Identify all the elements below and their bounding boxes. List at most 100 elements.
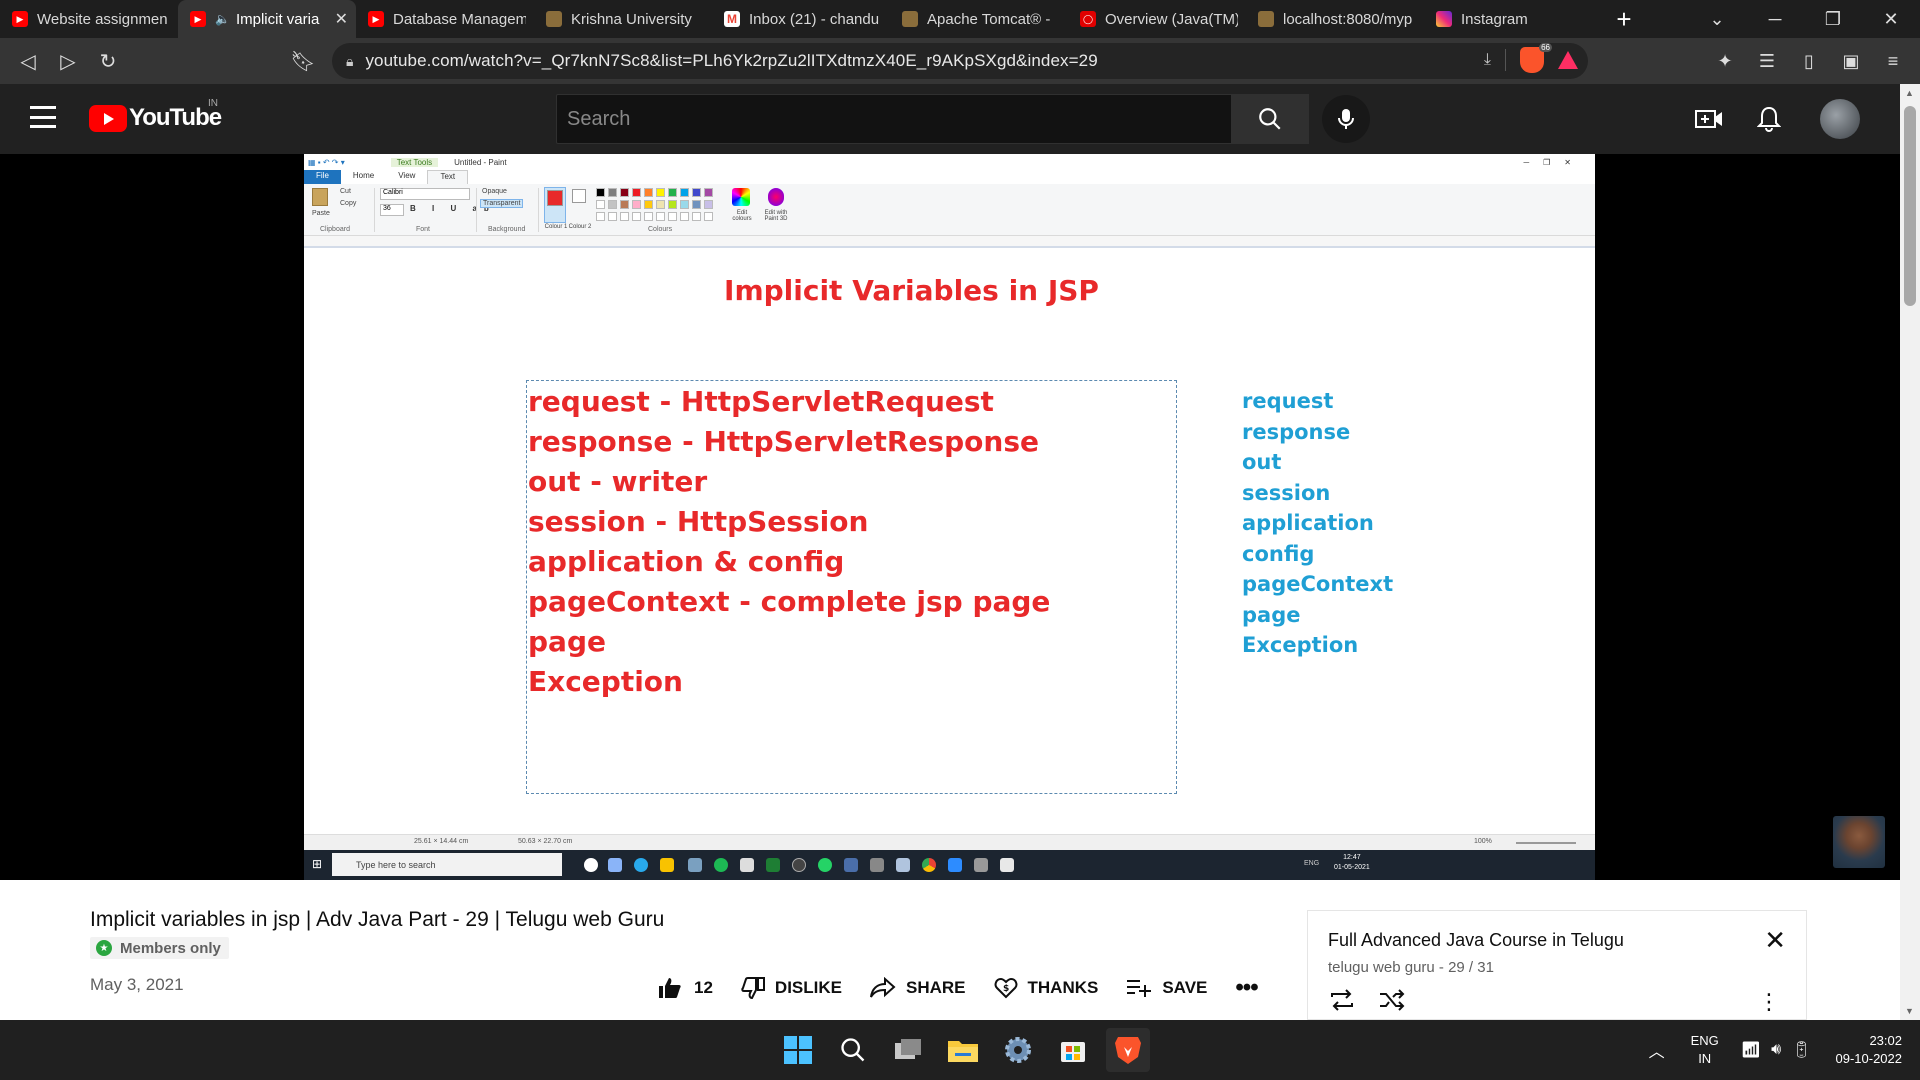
tab-search-chevron-icon[interactable]: ⌄ bbox=[1688, 0, 1746, 38]
share-button[interactable]: SHARE bbox=[869, 977, 966, 999]
tab-implicit-variables[interactable]: ▶ 🔈 Implicit varia ✕ bbox=[178, 0, 356, 38]
tab-label: Database Managem bbox=[393, 10, 526, 28]
upload-date: May 3, 2021 bbox=[90, 975, 184, 994]
address-bar[interactable]: 🔒︎ youtube.com/watch?v=_Qr7knN7Sc8&list=… bbox=[332, 43, 1588, 79]
tab-localhost[interactable]: localhost:8080/myp bbox=[1246, 0, 1424, 38]
wallet-icon[interactable]: ▣ bbox=[1830, 51, 1872, 72]
install-app-icon[interactable]: ⤓ bbox=[1484, 51, 1491, 69]
colour2-button bbox=[572, 189, 586, 203]
start-button[interactable] bbox=[776, 1028, 820, 1072]
close-tab-icon[interactable]: ✕ bbox=[335, 9, 348, 29]
recorded-taskbar-search: Type here to search bbox=[332, 853, 562, 876]
colour1-label: Colour 1 bbox=[544, 224, 568, 230]
tab-instagram[interactable]: Instagram bbox=[1424, 0, 1602, 38]
tab-database-management[interactable]: ▶ Database Managem bbox=[356, 0, 534, 38]
palette-swatch bbox=[668, 188, 677, 197]
colour1-button bbox=[544, 187, 566, 223]
voice-search-button[interactable] bbox=[1322, 95, 1370, 143]
palette-swatch bbox=[644, 200, 653, 209]
tab-java-overview[interactable]: ◯ Overview (Java(TM) bbox=[1068, 0, 1246, 38]
tab-website-assignment[interactable]: ▶ Website assignmen bbox=[0, 0, 178, 38]
telegram-icon bbox=[634, 858, 648, 872]
battery-icon[interactable]: 🔋︎ bbox=[1791, 1040, 1811, 1060]
hamburger-menu-icon[interactable] bbox=[30, 106, 56, 128]
status-zoom: 100% bbox=[1474, 838, 1492, 845]
transparent-option: Transparent bbox=[480, 199, 524, 208]
scrollbar-thumb[interactable] bbox=[1904, 106, 1916, 306]
paint-context-tab: Text Tools bbox=[390, 157, 439, 167]
scroll-up-arrow-icon[interactable]: ▲ bbox=[1905, 88, 1914, 98]
search-input[interactable]: Search bbox=[556, 94, 1232, 144]
clock-date: 09-10-2022 bbox=[1835, 1051, 1903, 1066]
microsoft-store-button[interactable] bbox=[1051, 1028, 1095, 1072]
video-player[interactable]: ▦ ▪ ↶ ↷ ▾ Text Tools Untitled - Paint ─❐… bbox=[0, 154, 1900, 880]
forward-button[interactable]: ▷ bbox=[48, 41, 88, 81]
taskbar-search-button[interactable] bbox=[831, 1028, 875, 1072]
browser-tab-strip: ▶ Website assignmen ▶ 🔈 Implicit varia ✕… bbox=[0, 0, 1920, 38]
palette-swatch bbox=[632, 212, 641, 221]
edit-colours-icon bbox=[732, 188, 750, 206]
page-scrollbar[interactable]: ▲ ▼ bbox=[1900, 84, 1920, 1020]
paint-taskbar-icon bbox=[896, 858, 910, 872]
red-line: application & config bbox=[528, 545, 845, 578]
loop-icon[interactable] bbox=[1328, 989, 1356, 1011]
sidebar-toggle-icon[interactable]: ▯ bbox=[1788, 51, 1830, 72]
restore-button[interactable]: ❐ bbox=[1804, 0, 1862, 38]
close-playlist-icon[interactable]: ✕ bbox=[1764, 925, 1786, 956]
search-button[interactable] bbox=[1231, 94, 1309, 144]
youtube-favicon-icon: ▶ bbox=[368, 11, 384, 27]
task-view-button[interactable] bbox=[886, 1028, 930, 1072]
tab-apache-tomcat[interactable]: Apache Tomcat® - bbox=[890, 0, 1068, 38]
lock-icon[interactable]: 🔒︎ bbox=[346, 53, 353, 70]
input-language[interactable]: ENG IN bbox=[1691, 1032, 1719, 1068]
extensions-puzzle-icon[interactable]: ✦ bbox=[1704, 51, 1746, 72]
red-text-list: request - HttpServletRequest response - … bbox=[528, 382, 1050, 702]
minimize-button[interactable]: ─ bbox=[1746, 0, 1804, 38]
wifi-icon[interactable]: 📶︎ bbox=[1741, 1040, 1761, 1060]
settings-button[interactable] bbox=[996, 1028, 1040, 1072]
reload-button[interactable]: ↻ bbox=[88, 41, 128, 81]
url-text[interactable]: youtube.com/watch?v=_Qr7knN7Sc8&list=PLh… bbox=[365, 51, 1097, 71]
group-font: Font bbox=[416, 226, 431, 233]
paint3d-icon bbox=[768, 188, 784, 206]
shuffle-icon[interactable] bbox=[1378, 989, 1406, 1011]
menu-icon[interactable]: ≡ bbox=[1872, 51, 1914, 72]
speaker-icon[interactable]: 🔈 bbox=[215, 12, 230, 26]
back-button[interactable]: ◁ bbox=[8, 41, 48, 81]
youtube-logo[interactable]: YouTube bbox=[89, 104, 222, 132]
taskbar-clock[interactable]: 23:02 09-10-2022 bbox=[1836, 1032, 1903, 1068]
blue-line: session bbox=[1242, 480, 1331, 505]
members-only-badge: ★ Members only bbox=[90, 937, 229, 959]
playlist-add-icon bbox=[1127, 980, 1152, 997]
notifications-button[interactable] bbox=[1746, 96, 1792, 142]
volume-icon[interactable]: 🔊︎ bbox=[1771, 1041, 1781, 1059]
thanks-button[interactable]: $ THANKS bbox=[994, 976, 1098, 1000]
paint-ribbon: Paste Cut Copy Clipboard Calibri 36 B I … bbox=[304, 184, 1595, 236]
dislike-button[interactable]: DISLIKE bbox=[741, 977, 842, 999]
blue-line: Exception bbox=[1242, 633, 1359, 657]
brave-rewards-icon[interactable] bbox=[1558, 51, 1578, 69]
brave-shields-icon[interactable]: 66 bbox=[1520, 43, 1552, 73]
star-badge-icon: ★ bbox=[96, 940, 112, 956]
scroll-down-arrow-icon[interactable]: ▼ bbox=[1905, 1006, 1914, 1016]
close-window-button[interactable]: ✕ bbox=[1862, 0, 1920, 38]
playlist-title[interactable]: Full Advanced Java Course in Telugu bbox=[1328, 930, 1624, 951]
save-button[interactable]: SAVE bbox=[1126, 978, 1207, 998]
account-avatar[interactable] bbox=[1820, 99, 1860, 139]
more-horizontal-icon: ••• bbox=[1235, 974, 1258, 1001]
tab-gmail-inbox[interactable]: M Inbox (21) - chandu bbox=[712, 0, 890, 38]
group-background: Background bbox=[488, 226, 526, 233]
tab-krishna-university[interactable]: Krishna University bbox=[534, 0, 712, 38]
playlist-more-vertical-icon[interactable]: ⋮ bbox=[1758, 989, 1780, 1015]
new-tab-button[interactable]: + bbox=[1602, 0, 1646, 38]
paint-ribbon-tabs: File Home View Text bbox=[304, 170, 1595, 184]
tray-overflow-chevron-icon[interactable]: ︿ bbox=[1649, 1038, 1665, 1062]
brave-browser-button[interactable] bbox=[1106, 1028, 1150, 1072]
bookmark-icon[interactable]: 🔖︎ bbox=[283, 41, 323, 81]
more-actions-button[interactable]: ••• bbox=[1235, 974, 1258, 1002]
media-queue-icon[interactable]: ☰ bbox=[1746, 51, 1788, 72]
file-explorer-button[interactable] bbox=[941, 1028, 985, 1072]
video-frame[interactable]: ▦ ▪ ↶ ↷ ▾ Text Tools Untitled - Paint ─❐… bbox=[304, 154, 1595, 880]
like-button[interactable]: 12 bbox=[658, 977, 713, 999]
create-video-button[interactable] bbox=[1686, 96, 1732, 142]
